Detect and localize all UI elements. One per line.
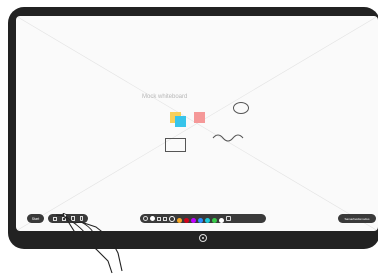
shape-tool-icon[interactable] — [163, 216, 167, 221]
undo-icon[interactable] — [143, 216, 148, 221]
sticky-note-pink[interactable] — [194, 112, 205, 123]
start-button[interactable]: Start — [27, 214, 44, 223]
color-swatch-7[interactable] — [219, 217, 224, 223]
color-selected-black[interactable] — [169, 215, 175, 222]
color-palette — [177, 210, 226, 228]
whiteboard-canvas[interactable]: Mock whiteboard Start Samarbeidsmodus — [16, 16, 378, 231]
color-swatch-1[interactable] — [177, 217, 182, 223]
color-swatch-4[interactable] — [198, 217, 203, 223]
pen-icon[interactable] — [150, 216, 155, 221]
drawing-toolbar — [140, 214, 266, 223]
ellipse-shape[interactable] — [233, 102, 249, 114]
home-button-icon[interactable] — [199, 234, 207, 242]
color-swatch-3[interactable] — [191, 217, 196, 223]
freehand-wave-stroke[interactable] — [212, 132, 244, 144]
collaborate-label: Samarbeidsmodus — [344, 216, 370, 221]
sticky-note-cyan[interactable] — [175, 116, 186, 127]
pointing-hand-illustration — [56, 213, 123, 274]
color-swatch-6[interactable] — [212, 217, 217, 223]
rectangle-shape[interactable] — [165, 138, 186, 152]
collaborate-button[interactable]: Samarbeidsmodus — [338, 214, 376, 223]
sticky-note-tool-icon[interactable] — [226, 216, 231, 221]
color-swatch-5[interactable] — [205, 217, 210, 223]
whiteboard-device-scene: Mock whiteboard Start Samarbeidsmodus — [0, 0, 378, 275]
color-swatch-2[interactable] — [184, 217, 189, 223]
canvas-diagonals — [16, 16, 378, 231]
whiteboard-title: Mock whiteboard — [142, 94, 188, 100]
eraser-icon[interactable] — [157, 216, 161, 221]
start-label: Start — [31, 216, 40, 221]
